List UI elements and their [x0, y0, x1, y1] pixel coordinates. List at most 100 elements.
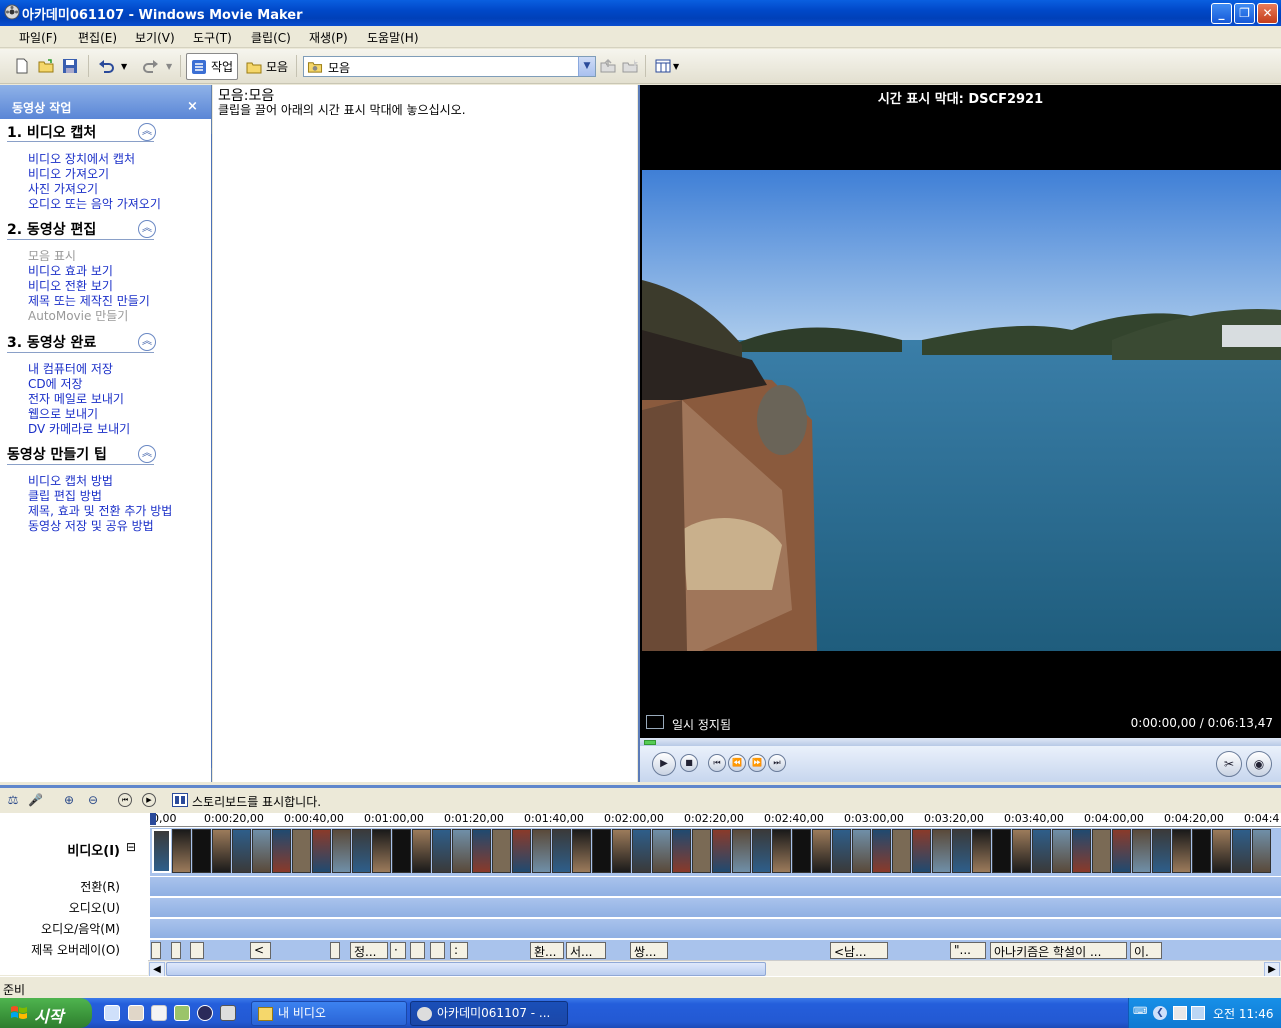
collapse-icon[interactable]: ︽: [138, 220, 156, 238]
notepad-icon[interactable]: [151, 1005, 167, 1021]
title-overlay-track[interactable]: < 정... · : 환... 서... 쌍... <남... "... 아나키…: [150, 940, 1281, 960]
video-clip-thumbnail[interactable]: [652, 829, 671, 873]
taskbar-button-movie-maker[interactable]: 아카데미061107 - ...: [410, 1001, 568, 1026]
close-icon[interactable]: ×: [187, 99, 198, 114]
collection-pane[interactable]: 모음:모음 클립을 끌어 아래의 시간 표시 막대에 놓으십시오.: [213, 85, 637, 782]
video-clip-thumbnail[interactable]: [1172, 829, 1191, 873]
taskbar-button-my-videos[interactable]: 내 비디오: [251, 1001, 407, 1026]
video-clip-thumbnail[interactable]: [1152, 829, 1171, 873]
calculator-icon[interactable]: [220, 1005, 236, 1021]
zoom-in-icon[interactable]: ⊕: [62, 793, 76, 807]
collapse-icon[interactable]: ︽: [138, 333, 156, 351]
save-project-icon[interactable]: [62, 58, 78, 74]
overlay-clip[interactable]: :: [450, 942, 468, 959]
maximize-button[interactable]: ❐: [1234, 3, 1255, 24]
views-dropdown-icon[interactable]: ▼: [673, 62, 689, 78]
playhead[interactable]: [150, 813, 156, 825]
time-ruler[interactable]: 0,00 0:00:20,00 0:00:40,00 0:01:00,00 0:…: [150, 812, 1281, 827]
overlay-clip[interactable]: ·: [390, 942, 406, 959]
task-import-audio[interactable]: 오디오 또는 음악 가져오기: [28, 195, 161, 212]
video-clip-thumbnail[interactable]: [572, 829, 591, 873]
video-clip-thumbnail[interactable]: [612, 829, 631, 873]
section-tips-title[interactable]: 동영상 만들기 팁: [7, 444, 107, 464]
overlay-clip[interactable]: 아나키즘은 학설이 ...: [990, 942, 1127, 959]
video-clip-thumbnail[interactable]: [192, 829, 211, 873]
video-clip-thumbnail[interactable]: [1232, 829, 1251, 873]
overlay-clip[interactable]: [330, 942, 340, 959]
media-player-icon[interactable]: [197, 1005, 213, 1021]
video-clip-thumbnail[interactable]: [352, 829, 371, 873]
storyboard-icon[interactable]: [172, 793, 188, 807]
video-clip-thumbnail[interactable]: [372, 829, 391, 873]
paint-icon[interactable]: [174, 1005, 190, 1021]
overlay-clip[interactable]: [430, 942, 445, 959]
transition-track[interactable]: [150, 877, 1281, 897]
audio-music-track[interactable]: [150, 919, 1281, 939]
undo-icon[interactable]: [98, 58, 114, 74]
redo-icon[interactable]: [143, 58, 159, 74]
video-clip-thumbnail[interactable]: [752, 829, 771, 873]
video-clip-thumbnail[interactable]: [692, 829, 711, 873]
narrate-timeline-icon[interactable]: 🎤: [28, 793, 43, 807]
rewind-icon[interactable]: ⏪: [728, 754, 746, 772]
video-clip-thumbnail[interactable]: [952, 829, 971, 873]
timeline-scrollbar[interactable]: ◀ ▶: [148, 960, 1281, 977]
play-icon[interactable]: ▶: [652, 752, 676, 776]
video-clip-thumbnail[interactable]: [172, 829, 191, 873]
overlay-clip[interactable]: [171, 942, 181, 959]
video-clip-thumbnail[interactable]: [992, 829, 1011, 873]
overlay-clip[interactable]: 정...: [350, 942, 388, 959]
video-clip-thumbnail[interactable]: [852, 829, 871, 873]
video-clip-thumbnail[interactable]: [512, 829, 531, 873]
section-edit-title[interactable]: 2. 동영상 편집: [7, 219, 96, 239]
chevron-left-icon[interactable]: ❮: [1153, 1006, 1167, 1020]
menu-file[interactable]: 파일(F): [19, 29, 57, 46]
collections-button[interactable]: 모음: [242, 53, 292, 80]
task-send-dv[interactable]: DV 카메라로 보내기: [28, 420, 130, 437]
video-clip-thumbnail[interactable]: [1112, 829, 1131, 873]
video-clip-thumbnail[interactable]: [532, 829, 551, 873]
video-clip-thumbnail[interactable]: [872, 829, 891, 873]
video-clip-thumbnail[interactable]: [1012, 829, 1031, 873]
safely-remove-icon[interactable]: [1173, 1006, 1187, 1020]
video-clip-thumbnail[interactable]: [1092, 829, 1111, 873]
video-clip-thumbnail[interactable]: [932, 829, 951, 873]
video-clip-thumbnail[interactable]: [632, 829, 651, 873]
new-project-icon[interactable]: [14, 58, 30, 74]
video-clip-thumbnail[interactable]: [712, 829, 731, 873]
menu-play[interactable]: 재생(P): [309, 29, 348, 46]
video-clip-thumbnail[interactable]: [772, 829, 791, 873]
collection-select[interactable]: 모음 ▼: [303, 56, 596, 77]
video-clip-thumbnail[interactable]: [1132, 829, 1151, 873]
video-clip-thumbnail[interactable]: [1072, 829, 1091, 873]
fast-forward-icon[interactable]: ⏩: [748, 754, 766, 772]
video-clip-thumbnail[interactable]: [332, 829, 351, 873]
video-clip-thumbnail[interactable]: [492, 829, 511, 873]
menu-help[interactable]: 도움말(H): [367, 29, 419, 46]
next-end-icon[interactable]: ⏭: [768, 754, 786, 772]
video-clip-thumbnail[interactable]: [792, 829, 811, 873]
overlay-clip[interactable]: "...: [950, 942, 986, 959]
ie-icon[interactable]: [104, 1005, 120, 1021]
close-button[interactable]: ✕: [1257, 3, 1278, 24]
overlay-clip[interactable]: [410, 942, 425, 959]
video-clip-thumbnail[interactable]: [592, 829, 611, 873]
overlay-clip[interactable]: 쌍...: [630, 942, 668, 959]
overlay-clip[interactable]: [190, 942, 204, 959]
overlay-clip[interactable]: [151, 942, 161, 959]
overlay-clip[interactable]: 이.: [1130, 942, 1162, 959]
video-clip-thumbnail[interactable]: [392, 829, 411, 873]
video-clip-thumbnail[interactable]: [312, 829, 331, 873]
video-track[interactable]: [150, 828, 1281, 876]
video-clip-thumbnail[interactable]: [1052, 829, 1071, 873]
section-finish-title[interactable]: 3. 동영상 완료: [7, 332, 96, 352]
video-clip-thumbnail[interactable]: [672, 829, 691, 873]
stop-icon[interactable]: ■: [680, 754, 698, 772]
video-clip-thumbnail[interactable]: [972, 829, 991, 873]
split-clip-icon[interactable]: ✂: [1216, 751, 1242, 777]
video-clip-thumbnail[interactable]: [552, 829, 571, 873]
menu-tools[interactable]: 도구(T): [193, 29, 232, 46]
start-button[interactable]: 시작: [0, 998, 92, 1028]
overlay-clip[interactable]: 서...: [566, 942, 606, 959]
video-clip-thumbnail[interactable]: [832, 829, 851, 873]
